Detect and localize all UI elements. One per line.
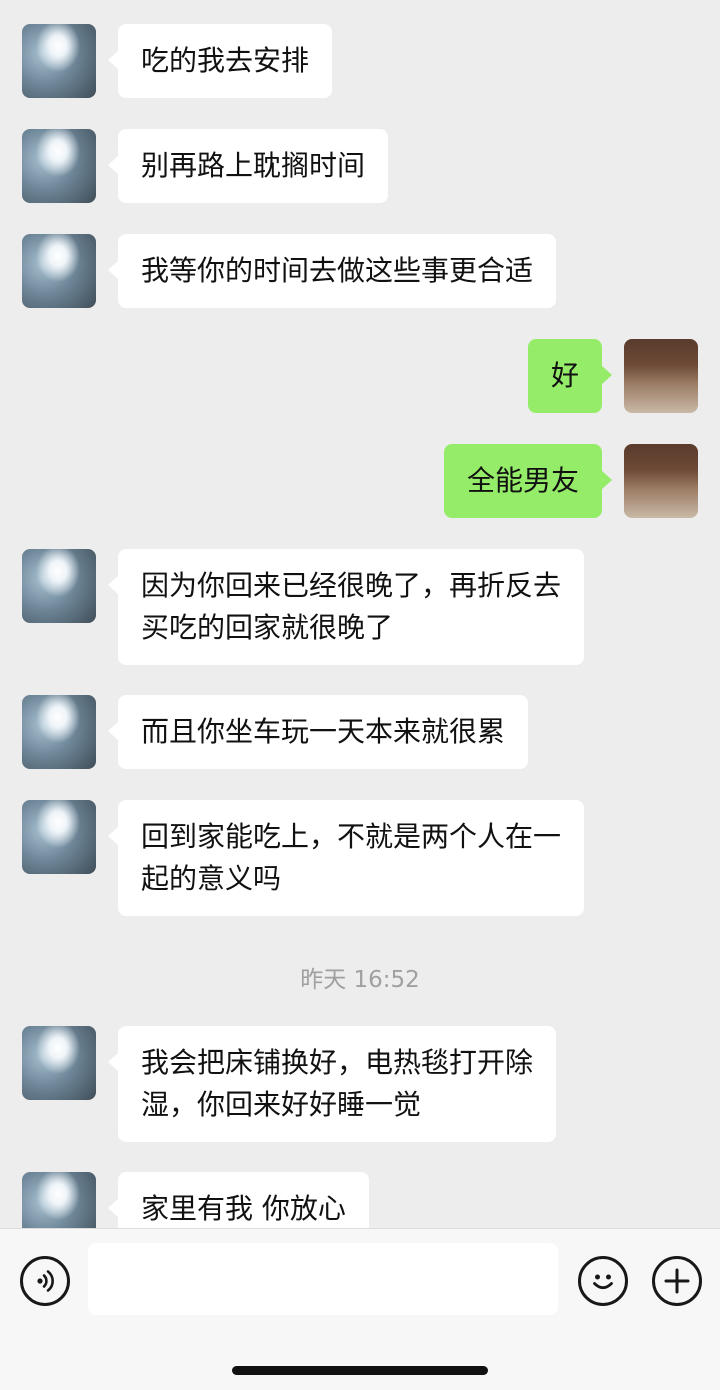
my-avatar[interactable]	[624, 339, 698, 413]
contact-avatar[interactable]	[22, 549, 96, 623]
message-bubble[interactable]: 回到家能吃上，不就是两个人在一 起的意义吗	[107, 800, 585, 916]
home-indicator	[232, 1366, 488, 1375]
message-bubble[interactable]: 而且你坐车玩一天本来就很累	[107, 695, 529, 769]
contact-avatar[interactable]	[22, 1172, 96, 1228]
my-avatar[interactable]	[624, 444, 698, 518]
contact-avatar[interactable]	[22, 800, 96, 874]
message-bubble[interactable]: 因为你回来已经很晚了，再折反去 买吃的回家就很晚了	[107, 549, 585, 665]
message-bubble[interactable]: 我会把床铺换好，电热毯打开除 湿，你回来好好睡一觉	[107, 1026, 557, 1142]
message-bubble[interactable]: 好	[527, 339, 613, 413]
contact-avatar[interactable]	[22, 24, 96, 98]
more-button[interactable]	[652, 1256, 702, 1306]
contact-avatar[interactable]	[22, 1026, 96, 1100]
message-bubble[interactable]: 家里有我 你放心	[108, 1172, 369, 1228]
message-bubble[interactable]: 我等你的时间去做这些事更合适	[107, 234, 557, 308]
message-input[interactable]	[88, 1243, 558, 1315]
timestamp: 昨天 16:52	[300, 967, 420, 993]
message-bubble[interactable]: 全能男友	[443, 444, 613, 518]
emoji-icon	[593, 1274, 613, 1290]
message-bubble[interactable]: 别再路上耽搁时间	[107, 129, 389, 203]
contact-avatar[interactable]	[22, 695, 96, 769]
message-bubble[interactable]: 吃的我去安排	[107, 24, 333, 98]
voice-icon	[37, 1270, 54, 1292]
chat-history[interactable]: 吃的我去安排 别再路上耽搁时间 我等你的时间去做这些事更合适 好 全能男友 因为…	[0, 0, 720, 1228]
emoji-button[interactable]	[578, 1256, 628, 1306]
contact-avatar[interactable]	[22, 234, 96, 308]
plus-icon	[664, 1268, 690, 1294]
contact-avatar[interactable]	[22, 129, 96, 203]
voice-button[interactable]	[20, 1256, 70, 1306]
